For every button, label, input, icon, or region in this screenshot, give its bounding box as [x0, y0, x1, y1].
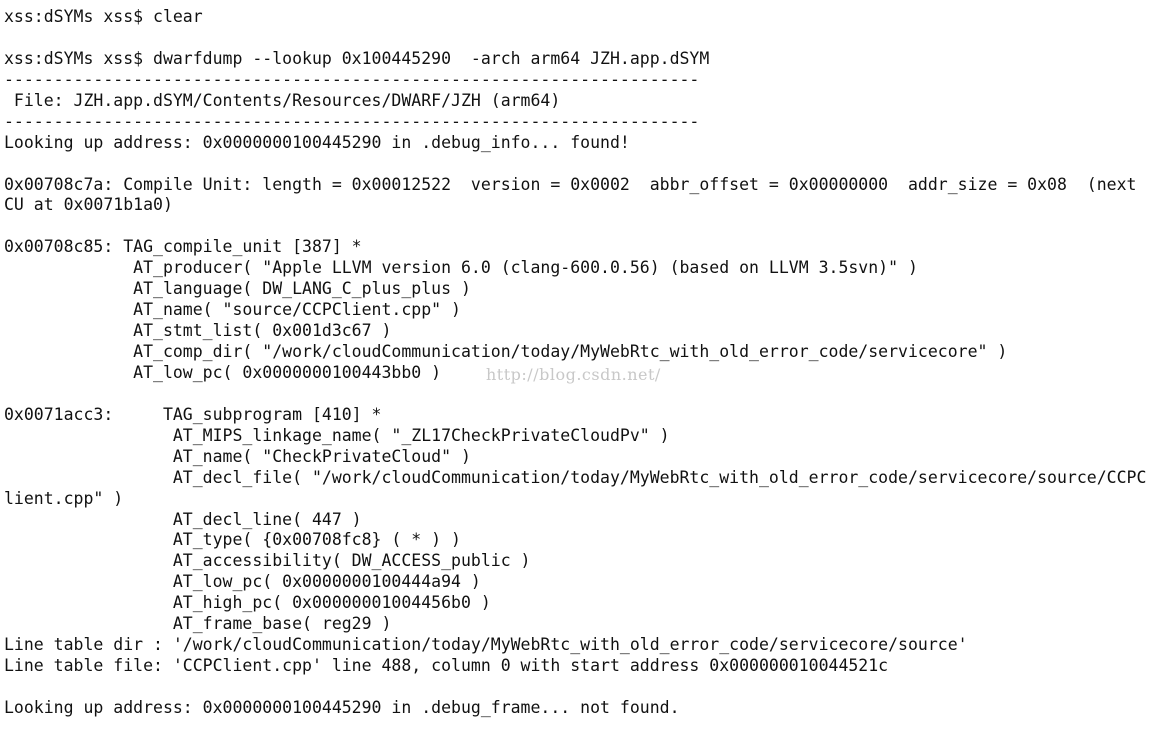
terminal-line: Line table file: 'CCPClient.cpp' line 48… [4, 656, 889, 676]
watermark: http://blog.csdn.net/ [486, 365, 661, 384]
terminal-line: 0x00708c85: TAG_compile_unit [387] * [4, 237, 362, 257]
terminal-line: 0x0071acc3: TAG_subprogram [410] * [4, 404, 382, 424]
terminal-line: ----------------------------------------… [4, 69, 700, 89]
terminal-line: AT_language( DW_LANG_C_plus_plus ) [4, 279, 471, 299]
terminal-line: AT_name( "CheckPrivateCloud" ) [4, 446, 471, 466]
terminal-line: CU at 0x0071b1a0) [4, 195, 173, 215]
terminal-line: ----------------------------------------… [4, 111, 700, 131]
terminal-line: AT_high_pc( 0x00000001004456b0 ) [4, 593, 491, 613]
terminal-line: AT_producer( "Apple LLVM version 6.0 (cl… [4, 258, 918, 278]
terminal-line: Line table dir : '/work/cloudCommunicati… [4, 635, 968, 655]
terminal-line: AT_name( "source/CCPClient.cpp" ) [4, 300, 461, 320]
terminal-line: AT_stmt_list( 0x001d3c67 ) [4, 321, 392, 341]
terminal-output[interactable]: xss:dSYMs xss$ clear xss:dSYMs xss$ dwarf… [4, 7, 1146, 719]
terminal-line: AT_type( {0x00708fc8} ( * ) ) [4, 530, 461, 550]
terminal-line: AT_comp_dir( "/work/cloudCommunication/t… [4, 342, 1008, 361]
terminal-line: lient.cpp" ) [4, 488, 124, 508]
terminal-line: AT_MIPS_linkage_name( "_ZL17CheckPrivate… [4, 425, 670, 445]
terminal-line: xss:dSYMs xss$ clear [4, 7, 203, 26]
terminal-line: Looking up address: 0x0000000100445290 i… [4, 697, 680, 717]
terminal-line: 0x00708c7a: Compile Unit: length = 0x000… [4, 174, 1137, 194]
terminal-line: Looking up address: 0x0000000100445290 i… [4, 132, 630, 152]
terminal-line: AT_accessibility( DW_ACCESS_public ) [4, 551, 531, 571]
terminal-line: xss:dSYMs xss$ dwarfdump --lookup 0x1004… [4, 48, 710, 68]
terminal-line: AT_decl_line( 447 ) [4, 509, 362, 529]
terminal-line: AT_frame_base( reg29 ) [4, 614, 392, 634]
terminal-line: File: JZH.app.dSYM/Contents/Resources/DW… [4, 90, 561, 110]
terminal-line: AT_low_pc( 0x0000000100444a94 ) [4, 572, 481, 592]
terminal-line: AT_decl_file( "/work/cloudCommunication/… [4, 467, 1147, 487]
